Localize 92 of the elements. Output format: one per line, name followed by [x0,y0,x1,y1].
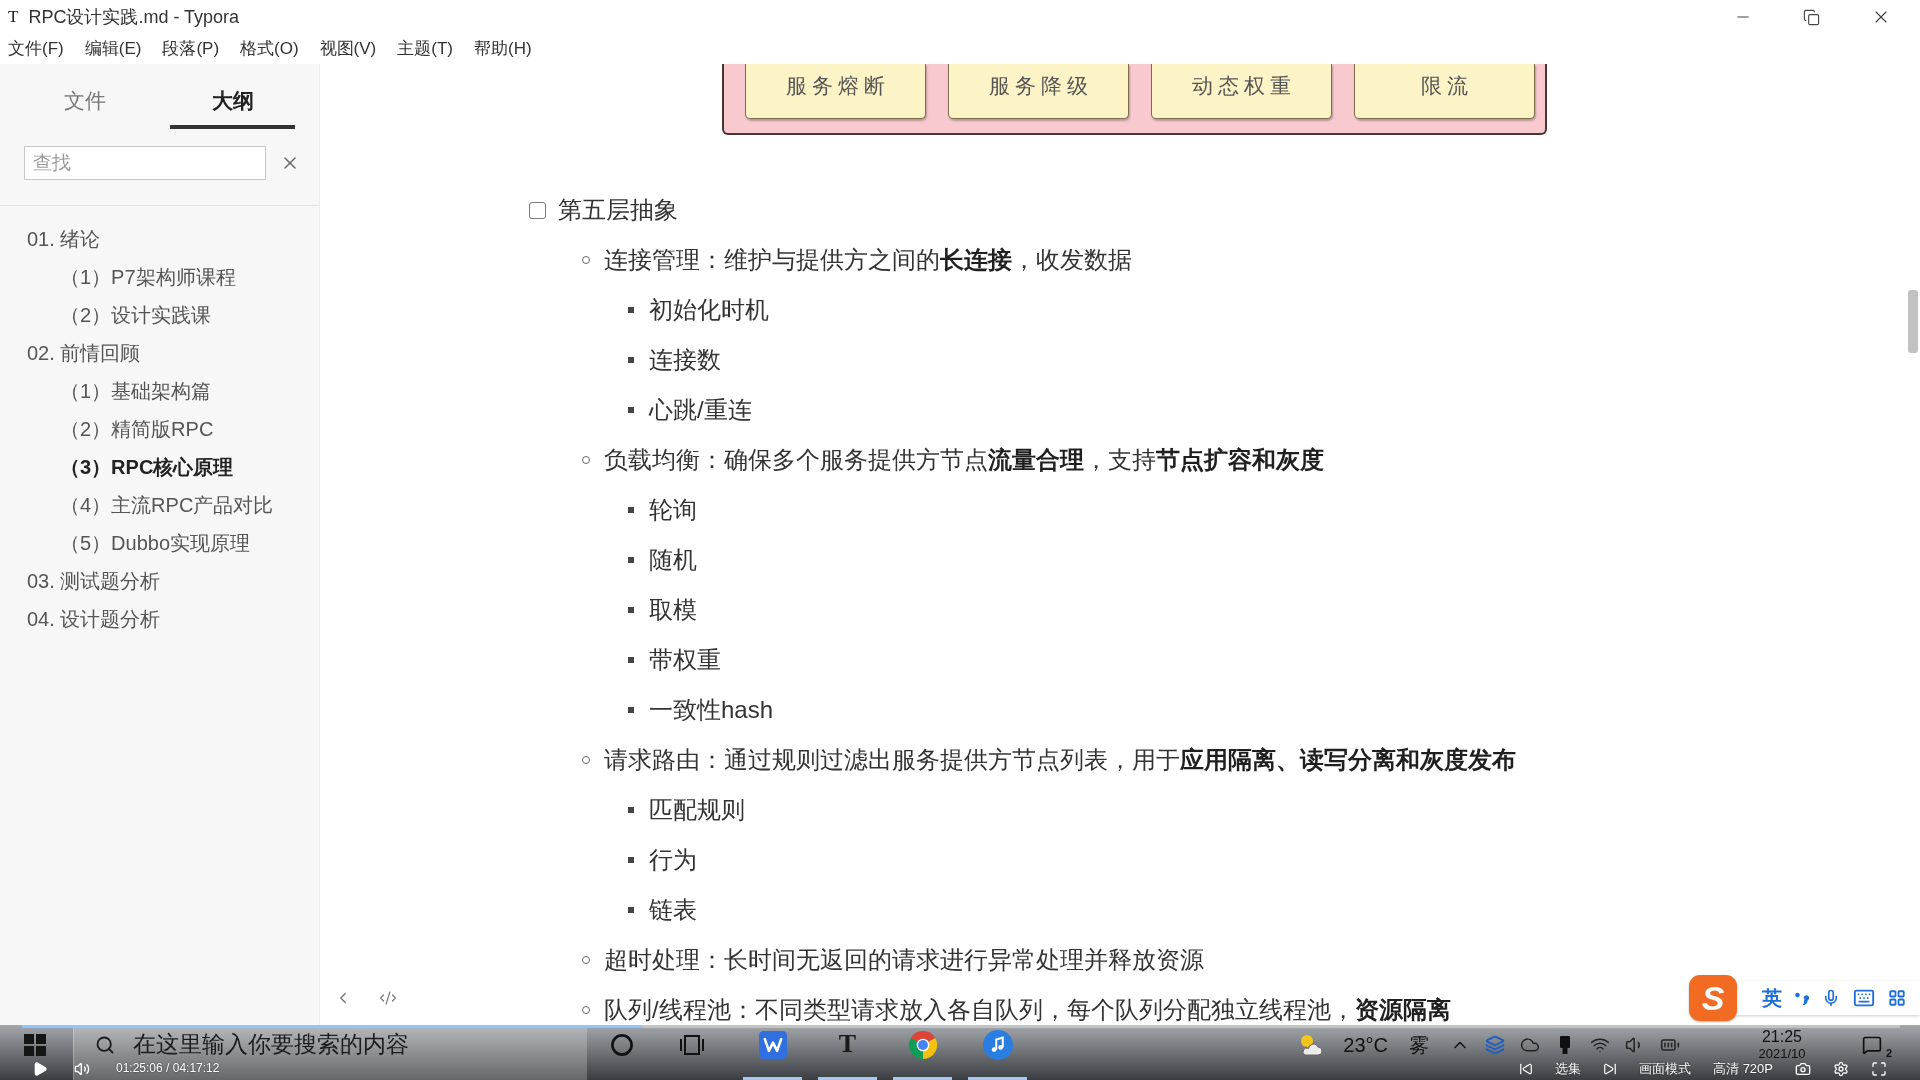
skip-back-icon[interactable] [1519,1062,1533,1076]
list-item-text: 轮询 [649,496,697,524]
notification-icon[interactable] [1862,1034,1882,1055]
camera-icon[interactable] [1795,1061,1811,1077]
settings-icon[interactable] [1833,1061,1849,1077]
task-view-icon[interactable] [680,1034,704,1055]
grid-icon[interactable] [1888,989,1906,1007]
menu-item[interactable]: 格式(O) [240,39,299,59]
notification-count: 2 [1885,1047,1892,1060]
list-item-text: 取模 [649,596,697,624]
list-item-text: 连接数 [649,346,721,374]
list-item-text: 链表 [649,896,697,924]
quality-button[interactable]: 高清 720P [1713,1061,1773,1077]
list-item-text: 初始化时机 [649,296,769,324]
outline-item[interactable]: 03. 测试题分析 [27,562,161,600]
menu-item[interactable]: 主题(T) [397,39,453,59]
code-icon[interactable] [379,989,397,1007]
bullet-icon [628,407,634,413]
outline-item[interactable]: 04. 设计题分析 [27,600,161,638]
diagram-node: 限流 [1354,64,1535,119]
task-checkbox[interactable] [529,201,546,219]
list-item-text: 负载均衡：确保多个服务提供方节点流量合理，支持节点扩容和灰度 [604,446,1324,474]
keyboard-icon[interactable] [1853,987,1875,1009]
bullet-icon [628,607,634,613]
list-item-text: 连接管理：维护与提供方之间的长连接，收发数据 [604,246,1132,274]
clock-time[interactable]: 21:25 [1761,1028,1802,1046]
outline-item[interactable]: 01. 绪论 [27,220,101,258]
app-icon[interactable]: T [838,1030,857,1059]
clock-date[interactable]: 2021/10 [1758,1046,1806,1061]
volume-icon[interactable] [74,1061,90,1077]
list-item-text: 带权重 [649,646,721,674]
temperature-label: 23°C [1343,1033,1388,1056]
menu-item[interactable]: 段落(P) [162,39,220,59]
menu-item[interactable]: 帮助(H) [474,39,532,59]
diagram-node: 动态权重 [1151,64,1332,119]
scrollbar-thumb[interactable] [1908,290,1918,353]
four-squares-icon[interactable] [24,1033,46,1056]
usb-stick-icon[interactable] [1558,1035,1571,1054]
bullet-icon [628,557,634,563]
fullscreen-icon[interactable] [1871,1061,1887,1077]
mic-icon[interactable] [1822,989,1840,1007]
list-item-text: 行为 [649,846,697,874]
menu-item[interactable]: 文件(F) [8,39,64,59]
episodes-button[interactable]: 选集 [1555,1061,1581,1077]
sun-cloud-icon[interactable] [1299,1033,1324,1056]
list-item-text: 请求路由：通过规则过滤出服务提供方节点列表，用于应用隔离、读写分离和灰度发布 [604,746,1516,774]
menu-item[interactable]: 视图(V) [319,39,377,59]
sidebar-tab[interactable]: 大纲 [170,64,295,129]
list-item-text: 队列/线程池：不同类型请求放入各自队列，每个队列分配独立线程池，资源隔离 [604,996,1451,1024]
outline-item[interactable]: （4）主流RPC产品对比 [60,486,274,524]
outline-item[interactable]: 02. 前情回顾 [27,334,141,372]
music-note-icon[interactable] [982,1029,1013,1060]
outline-item[interactable]: （1）基础架构篇 [60,372,212,410]
bullet-icon [628,807,634,813]
menu-item[interactable]: 编辑(E) [84,39,142,59]
search-field[interactable]: 查找 [24,146,266,180]
outline-item[interactable]: （1）P7架构师课程 [60,258,236,296]
weather-condition: 雾 [1409,1033,1429,1056]
progress-track[interactable] [22,1025,1900,1028]
list-item-text: 匹配规则 [649,796,745,824]
ring-icon[interactable] [611,1033,633,1056]
zigzag-tile-icon[interactable] [758,1030,787,1059]
list-item-text: 超时处理：长时间无返回的请求进行异常处理并释放资源 [604,946,1204,974]
bullet-icon [628,507,634,513]
window-title: RPC设计实践.md - Typora [28,6,240,28]
bullet-icon [628,707,634,713]
outline-item[interactable]: （2）设计实践课 [60,296,212,334]
play-icon[interactable] [32,1061,48,1077]
punctuation-icon[interactable] [1795,991,1809,1005]
outline-item[interactable]: （5）Dubbo实现原理 [60,524,251,562]
bullet-icon [628,657,634,663]
skip-forward-icon[interactable] [1603,1062,1617,1076]
playback-time: 01:25:06 / 04:17:12 [116,1062,220,1076]
diagram-node: 服务降级 [948,64,1129,119]
app-icon: T [8,7,19,27]
restore-icon[interactable] [1803,8,1820,26]
display-mode-button[interactable]: 画面模式 [1639,1061,1691,1077]
search-icon [95,1035,115,1055]
outline-item[interactable]: （2）精简版RPC [60,410,214,448]
sidebar-tab[interactable]: 文件 [22,64,147,129]
bullet-icon [628,307,634,313]
ime-mode-toggle[interactable]: 英 [1762,987,1782,1009]
diagram-node: 服务熔断 [745,64,926,119]
bullet-icon [628,857,634,863]
list-item-text: 一致性hash [649,696,774,724]
list-item-text: 随机 [649,546,697,574]
bullet-icon [628,357,634,363]
bullet-icon [628,907,634,913]
list-item-text: 心跳/重连 [649,396,752,424]
task-text: 第五层抽象 [558,196,678,224]
segmented-circle-icon[interactable] [908,1030,937,1059]
outline-item[interactable]: （3）RPC核心原理 [60,448,234,486]
